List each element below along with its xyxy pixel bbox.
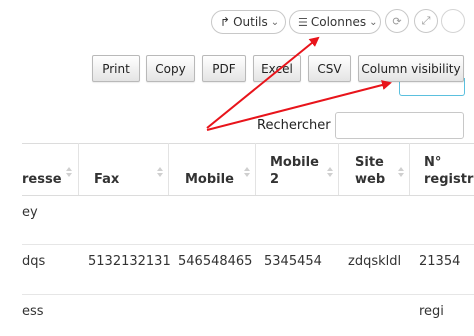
sort-icon[interactable] <box>66 167 72 177</box>
header-label: Mobile <box>185 172 234 187</box>
colonnes-dropdown[interactable]: ☰ Colonnes ⌄ <box>289 10 381 34</box>
table-cell: dqs <box>22 254 46 269</box>
refresh-button[interactable]: ⟳ <box>385 9 409 33</box>
search-input[interactable] <box>335 112 464 139</box>
table-cell: regi <box>419 304 444 319</box>
annotation-arrow-to-colonnes <box>206 36 320 129</box>
colonnes-label: Colonnes <box>310 15 367 29</box>
header-label: Mobile <box>270 155 319 170</box>
column-divider <box>409 143 410 195</box>
expand-button[interactable]: ⤢ <box>414 9 438 33</box>
csv-button[interactable]: CSV <box>308 55 351 82</box>
print-button[interactable]: Print <box>92 55 140 82</box>
header-fax[interactable]: Fax <box>94 171 119 188</box>
copy-button[interactable]: Copy <box>146 55 195 82</box>
column-divider <box>255 143 256 195</box>
list-icon: ☰ <box>298 15 308 29</box>
table-cell: 21354 <box>419 254 461 269</box>
header-label: web <box>355 172 386 187</box>
sort-icon[interactable] <box>327 167 333 177</box>
table-cell: 546548465 <box>178 254 253 269</box>
outils-label: Outils <box>233 15 268 29</box>
excel-button[interactable]: Excel <box>253 55 301 82</box>
header-label: registre <box>424 172 474 187</box>
table-cell: 5345454 <box>264 254 322 269</box>
extra-round-button[interactable] <box>441 9 465 33</box>
table-cell: 5132132131 <box>88 254 171 269</box>
header-label: N° <box>424 155 442 170</box>
row-divider <box>22 244 474 245</box>
column-divider <box>78 143 79 195</box>
row-divider <box>22 294 474 295</box>
chevron-down-icon: ⌄ <box>369 16 378 28</box>
header-label: resse <box>22 172 62 187</box>
expand-icon: ⤢ <box>421 14 431 27</box>
table-cell: ess <box>22 304 44 319</box>
header-bottom-border <box>22 195 474 196</box>
sort-icon[interactable] <box>398 167 404 177</box>
table-cell: zdqskldl <box>348 254 402 269</box>
table-top-border <box>22 143 474 144</box>
header-mobile[interactable]: Mobile <box>185 171 234 188</box>
header-numero-registre[interactable]: N° registre <box>424 154 474 188</box>
column-visibility-button[interactable]: Column visibility <box>358 55 464 82</box>
header-label: 2 <box>270 172 280 187</box>
column-divider <box>168 143 169 195</box>
header-site-web[interactable]: Site web <box>355 154 385 188</box>
share-arrow-icon: ↱ <box>220 15 231 29</box>
pdf-button[interactable]: PDF <box>202 55 246 82</box>
outils-dropdown[interactable]: ↱ Outils ⌄ <box>211 10 286 34</box>
search-label: Rechercher : <box>257 118 340 133</box>
table-cell: ey <box>22 205 38 220</box>
refresh-icon: ⟳ <box>392 14 402 28</box>
data-table: resse Fax Mobile Mobile 2 Site web N° re… <box>0 143 474 336</box>
header-adresse[interactable]: resse <box>22 171 62 188</box>
header-label: Fax <box>94 172 120 187</box>
header-label: Site <box>355 155 384 170</box>
chevron-down-icon: ⌄ <box>270 16 280 28</box>
column-divider <box>338 143 339 195</box>
sort-icon[interactable] <box>244 167 250 177</box>
sort-icon[interactable] <box>157 167 163 177</box>
header-mobile-2[interactable]: Mobile 2 <box>270 154 319 188</box>
